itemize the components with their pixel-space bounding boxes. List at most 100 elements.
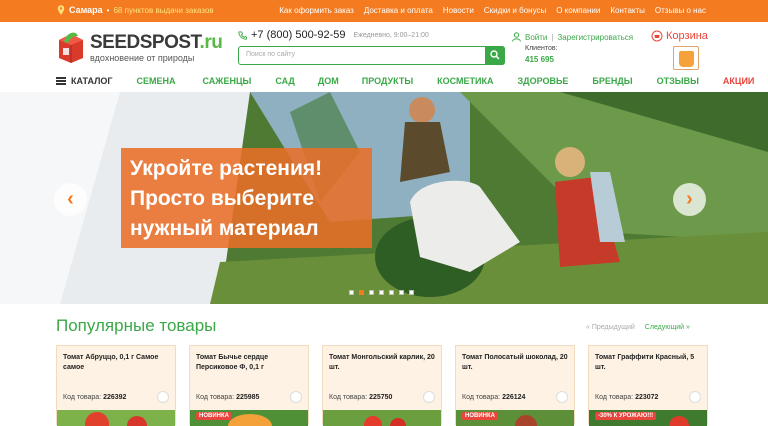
hamburger-icon — [56, 77, 66, 85]
product-image[interactable]: НОВИНКА — [456, 410, 574, 426]
menu-item-garden[interactable]: САД — [275, 76, 295, 86]
nav-contacts[interactable]: Контакты — [610, 6, 645, 15]
product-title[interactable]: Томат Граффити Красный, 5 шт. — [595, 353, 703, 373]
new-badge: НОВИНКА — [196, 412, 232, 420]
slider-dot[interactable] — [369, 290, 374, 295]
account-links: Войти | Зарегистрироваться — [512, 32, 633, 42]
product-title[interactable]: Томат Полосатый шоколад, 20 шт. — [462, 353, 570, 373]
menu-item-health[interactable]: ЗДОРОВЬЕ — [518, 76, 569, 86]
product-image[interactable] — [323, 410, 441, 426]
slider-next-arrow[interactable]: › — [673, 183, 706, 216]
product-code: Код товара: 223072 — [595, 394, 659, 401]
nav-how-to-order[interactable]: Как оформить заказ — [279, 6, 354, 15]
logo-seed-box-icon — [59, 32, 83, 63]
product-title[interactable]: Томат Монгольский карлик, 20 шт. — [329, 353, 437, 373]
cart-button[interactable] — [673, 46, 699, 70]
product-code: Код товара: 226124 — [462, 394, 526, 401]
clients-counter: Клиентов: 415 695 — [525, 43, 558, 66]
logo-text: SEEDSPOST.ru — [90, 32, 223, 53]
divider: | — [551, 32, 554, 42]
product-card[interactable]: Томат Бычье сердце Персиковое Ф, 0,1 г К… — [189, 345, 309, 426]
nav-delivery[interactable]: Доставка и оплата — [364, 6, 433, 15]
wishlist-icon[interactable] — [556, 391, 568, 403]
new-badge: НОВИНКА — [462, 412, 498, 420]
promo-badge: -30% К УРОЖАЮ!!! — [595, 412, 657, 420]
phone-block: +7 (800) 500-92-59 Ежедневно, 9:00–21:00 — [238, 29, 429, 41]
slider-dot[interactable] — [349, 290, 354, 295]
site-logo[interactable]: SEEDSPOST.ru вдохновение от природы — [56, 30, 226, 68]
search-field[interactable]: Поиск по сайту — [238, 45, 505, 65]
city-selector[interactable]: Самара • 68 пунктов выдачи заказов — [57, 5, 214, 15]
main-menu: КАТАЛОГ СЕМЕНА САЖЕНЦЫ САД ДОМ ПРОДУКТЫ … — [56, 72, 754, 90]
hero-banner-text: Укройте растения! Просто выберите нужный… — [121, 148, 372, 248]
city-name[interactable]: Самара — [69, 5, 103, 15]
search-icon — [490, 50, 500, 60]
nav-reviews[interactable]: Отзывы о нас — [655, 6, 706, 15]
search-placeholder: Поиск по сайту — [246, 51, 296, 58]
cart-label[interactable]: Корзина — [666, 30, 708, 42]
user-icon — [512, 32, 521, 42]
bullet: • — [106, 5, 110, 15]
previous-button[interactable]: « Предыдущий — [586, 324, 635, 331]
wishlist-icon[interactable] — [157, 391, 169, 403]
product-card[interactable]: Томат Граффити Красный, 5 шт. Код товара… — [588, 345, 708, 426]
menu-item-saplings[interactable]: САЖЕНЦЫ — [203, 76, 252, 86]
menu-item-reviews[interactable]: ОТЗЫВЫ — [657, 76, 699, 86]
search-button[interactable] — [485, 45, 505, 65]
menu-item-brands[interactable]: БРЕНДЫ — [592, 76, 632, 86]
product-image[interactable] — [57, 410, 175, 426]
pickup-points-link[interactable]: 68 пунктов выдачи заказов — [113, 6, 213, 15]
logo-tagline: вдохновение от природы — [90, 53, 195, 63]
menu-item-products[interactable]: ПРОДУКТЫ — [362, 76, 413, 86]
menu-item-cosmetics[interactable]: КОСМЕТИКА — [437, 76, 493, 86]
product-card[interactable]: Томат Полосатый шоколад, 20 шт. Код това… — [455, 345, 575, 426]
product-image[interactable]: -30% К УРОЖАЮ!!! — [589, 410, 707, 426]
hero-line-1: Укройте растения! — [130, 157, 323, 180]
menu-item-home[interactable]: ДОМ — [318, 76, 339, 86]
product-code: Код товара: 225750 — [329, 394, 393, 401]
wishlist-icon[interactable] — [423, 391, 435, 403]
slider-prev-arrow[interactable]: ‹ — [54, 183, 87, 216]
hero-slider[interactable]: Укройте растения! Просто выберите нужный… — [0, 92, 768, 304]
working-hours: Ежедневно, 9:00–21:00 — [353, 31, 429, 39]
slider-dot[interactable] — [399, 290, 404, 295]
product-list: Томат Абруццо, 0,1 г Самое самое Код тов… — [56, 345, 708, 426]
slider-dot[interactable] — [379, 290, 384, 295]
menu-item-seeds[interactable]: СЕМЕНА — [137, 76, 176, 86]
login-link[interactable]: Войти — [525, 33, 547, 42]
register-link[interactable]: Зарегистрироваться — [557, 33, 633, 42]
chevron-left-icon: ‹ — [67, 188, 74, 210]
slider-dots — [349, 290, 414, 295]
phone-number[interactable]: +7 (800) 500-92-59 — [251, 29, 345, 41]
top-nav: Как оформить заказ Доставка и оплата Нов… — [279, 6, 706, 15]
product-card[interactable]: Томат Абруццо, 0,1 г Самое самое Код тов… — [56, 345, 176, 426]
product-title[interactable]: Томат Абруццо, 0,1 г Самое самое — [63, 353, 171, 373]
shopping-bag-icon — [679, 51, 694, 67]
hero-image — [0, 92, 768, 304]
product-image[interactable]: НОВИНКА — [190, 410, 308, 426]
clients-count: 415 695 — [525, 55, 554, 64]
catalog-label: КАТАЛОГ — [71, 76, 113, 86]
products-pager: « Предыдущий Следующий » — [586, 324, 690, 331]
nav-news[interactable]: Новости — [443, 6, 474, 15]
location-pin-icon — [57, 5, 65, 15]
slider-dot-active[interactable] — [359, 290, 364, 295]
wishlist-icon[interactable] — [689, 391, 701, 403]
slider-dot[interactable] — [389, 290, 394, 295]
clients-label: Клиентов: — [525, 45, 558, 52]
cart-icon — [651, 30, 663, 42]
catalog-button[interactable]: КАТАЛОГ — [56, 76, 113, 86]
menu-item-promotions[interactable]: АКЦИИ — [723, 76, 755, 86]
chevron-right-icon: › — [686, 188, 693, 210]
product-title[interactable]: Томат Бычье сердце Персиковое Ф, 0,1 г — [196, 353, 304, 373]
next-button[interactable]: Следующий » — [645, 324, 690, 331]
cart-link[interactable]: Корзина — [651, 30, 708, 42]
top-bar: Самара • 68 пунктов выдачи заказов Как о… — [0, 0, 768, 22]
product-card[interactable]: Томат Монгольский карлик, 20 шт. Код тов… — [322, 345, 442, 426]
popular-products-title: Популярные товары — [56, 316, 217, 335]
wishlist-icon[interactable] — [290, 391, 302, 403]
phone-icon — [238, 30, 247, 40]
nav-discounts[interactable]: Скидки и бонусы — [484, 6, 546, 15]
nav-about[interactable]: О компании — [556, 6, 600, 15]
slider-dot[interactable] — [409, 290, 414, 295]
